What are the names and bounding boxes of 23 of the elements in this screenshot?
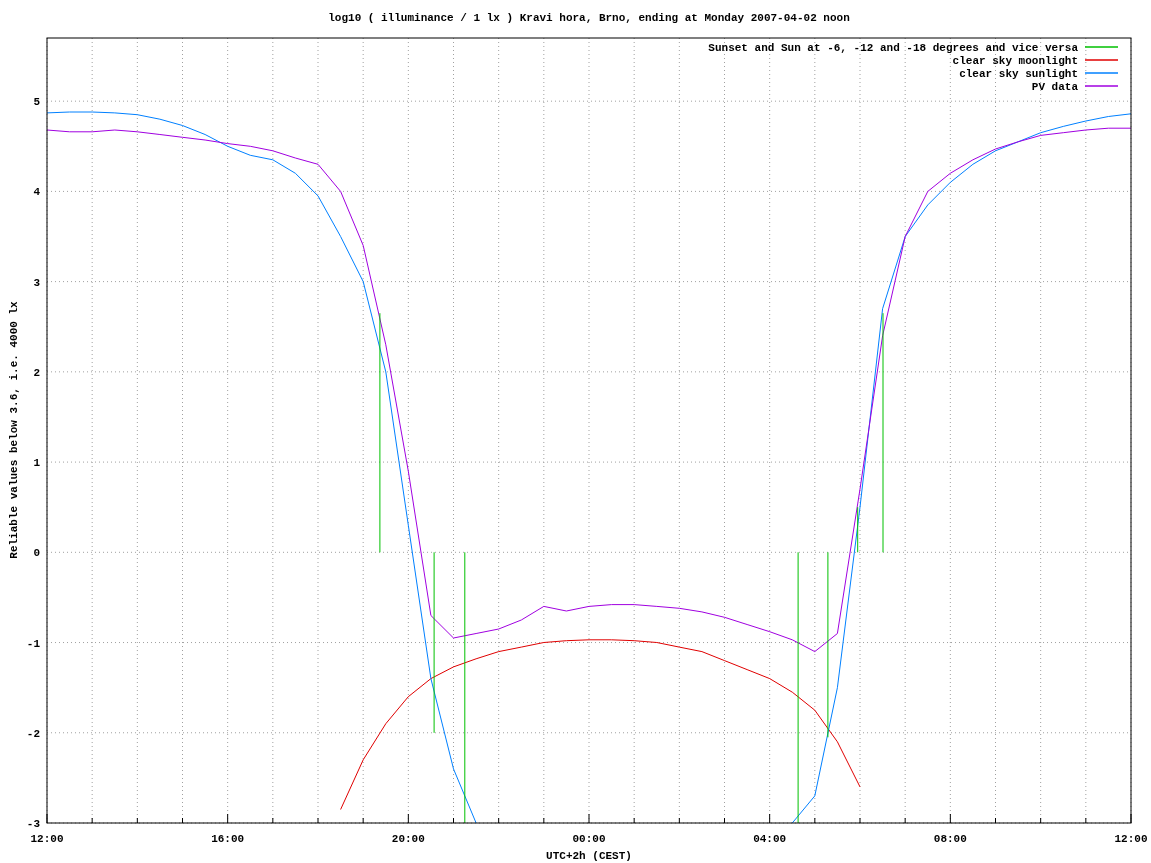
x-tick-label: 12:00	[30, 833, 64, 845]
legend-label: Sunset and Sun at -6, -12 and -18 degrees and vice versa	[708, 42, 1078, 54]
y-tick-label: 3	[33, 276, 40, 289]
x-tick-label: 00:00	[572, 833, 606, 845]
legend-label: clear sky sunlight	[959, 68, 1078, 80]
x-tick-label: 04:00	[753, 833, 787, 845]
y-tick-label: 5	[33, 96, 40, 109]
x-tick-label: 08:00	[933, 833, 967, 845]
y-tick-label: -1	[26, 637, 40, 650]
y-axis-label: Reliable values below 3.6, i.e. 4000 lx	[8, 301, 20, 559]
y-tick-label: 2	[33, 366, 40, 379]
x-tick-label: 20:00	[391, 833, 425, 845]
y-tick-label: 0	[33, 547, 40, 560]
legend-label: PV data	[1031, 81, 1078, 93]
legend-label: clear sky moonlight	[952, 55, 1078, 67]
x-tick-label: 12:00	[1114, 833, 1148, 845]
y-tick-label: -2	[26, 727, 40, 740]
y-tick-label: 1	[33, 457, 40, 470]
y-tick-label: -3	[26, 818, 40, 830]
y-tick-label: 4	[33, 186, 40, 199]
x-axis-label: UTC+2h (CEST)	[546, 850, 632, 862]
x-tick-label: 16:00	[211, 833, 245, 845]
chart-title: log10 ( illuminance / 1 lx ) Kravi hora, Brno, ending at Monday 2007-04-02 noon	[328, 12, 850, 24]
